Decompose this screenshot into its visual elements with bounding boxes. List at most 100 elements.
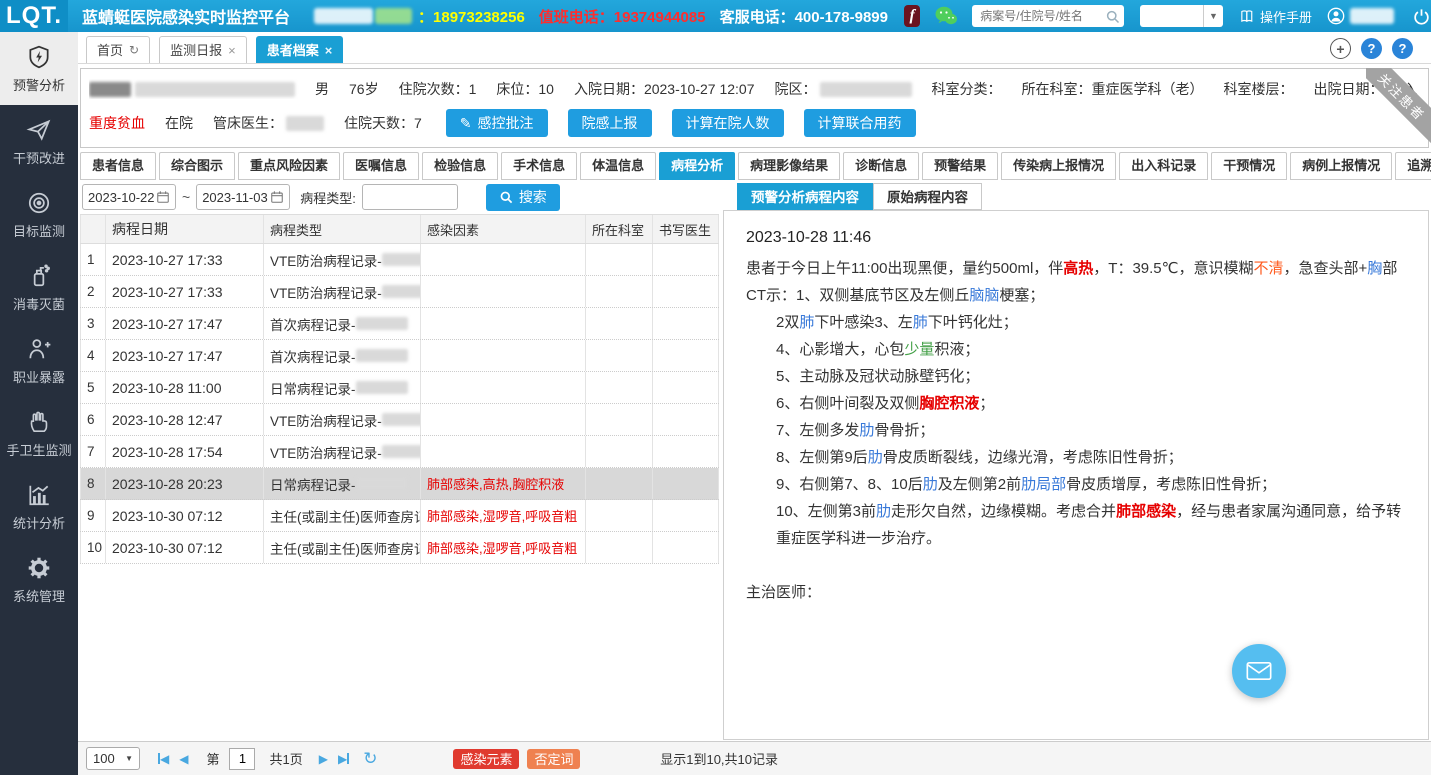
tab-home[interactable]: 首页 ↻ [86,36,150,63]
pagination-bar: 100 ▼ ◀ ◀ 第 共1页 ▶ ▶ ↻ 显示1到10,共10记录 感染元素 … [78,741,1431,775]
help-icon[interactable]: ? [1392,38,1413,59]
infection-factors-cell [421,244,586,275]
target-icon [26,190,52,216]
message-fab[interactable] [1232,644,1286,698]
table-row[interactable]: 12023-10-27 17:33VTE防治病程记录- [80,244,719,276]
refresh-icon[interactable]: ↻ [129,38,139,63]
sidebar-item-hand-hygiene[interactable]: 手卫生监测 [0,397,78,470]
table-row[interactable]: 62023-10-28 12:47VTE防治病程记录- [80,404,719,436]
subtab-12[interactable]: 出入科记录 [1119,152,1208,180]
count-inpatients-button[interactable]: 计算在院人数 [672,109,784,137]
subtab-1[interactable]: 综合图示 [159,152,235,180]
course-content-body: 患者于今日上午11:00出现黑便，量约500ml，伴高热，T：39.5℃，意识模… [746,255,1408,606]
table-row[interactable]: 92023-10-30 07:12主任(或副主任)医师查房记录肺部感染,湿啰音,… [80,500,719,532]
subtab-11[interactable]: 传染病上报情况 [1001,152,1116,180]
redacted-username [1350,8,1394,24]
service-phone: 客服电话：400-178-9899 [720,6,888,27]
search-icon[interactable] [1105,9,1120,24]
combo-meds-button[interactable]: 计算联合用药 [804,109,916,137]
sidebar-item-label: 预警分析 [13,75,65,94]
infection-factors-cell [421,372,586,403]
course-type-input[interactable] [362,184,458,210]
redacted-doctor-name [356,349,408,362]
patient-search-input[interactable] [980,9,1105,23]
subtab-7[interactable]: 病程分析 [659,152,735,180]
course-date-cell: 2023-10-28 12:47 [106,404,264,435]
sidebar-item-label: 目标监测 [13,221,65,240]
flash-icon[interactable]: f [904,5,920,27]
refresh-icon[interactable]: ↻ [363,749,377,769]
table-row[interactable]: 72023-10-28 17:54VTE防治病程记录- [80,436,719,468]
manual-label: 操作手册 [1260,7,1312,26]
redacted-doctor-name [382,413,421,426]
infection-report-button[interactable]: 院感上报 [568,109,652,137]
wechat-icon[interactable] [934,5,958,27]
subtab-2[interactable]: 重点风险因素 [238,152,340,180]
table-row[interactable]: 82023-10-28 20:23日常病程记录-肺部感染,高热,胸腔积液 [80,468,719,500]
table-row[interactable]: 42023-10-27 17:47首次病程记录- [80,340,719,372]
subtab-5[interactable]: 手术信息 [501,152,577,180]
subtab-0[interactable]: 患者信息 [80,152,156,180]
doctor-cell [653,468,719,499]
course-date-cell: 2023-10-27 17:33 [106,276,264,307]
help-icon[interactable]: ? [1361,38,1382,59]
calendar-icon[interactable] [156,190,170,204]
subtab-14[interactable]: 病例上报情况 [1290,152,1392,180]
table-row[interactable]: 22023-10-27 17:33VTE防治病程记录- [80,276,719,308]
duty-phone: 值班电话：19374944085 [539,6,706,27]
subtab-6[interactable]: 体温信息 [580,152,656,180]
user-menu[interactable] [1326,6,1394,26]
subtab-3[interactable]: 医嘱信息 [343,152,419,180]
course-type-label: 病程类型: [300,188,356,207]
sidebar-item-intervention[interactable]: 干预改进 [0,105,78,178]
sidebar: 预警分析干预改进目标监测消毒灭菌职业暴露手卫生监测统计分析系统管理 [0,32,78,775]
sidebar-item-early-warning[interactable]: 预警分析 [0,32,78,105]
subtab-10[interactable]: 预警结果 [922,152,998,180]
infection-annotate-button[interactable]: ✎ 感控批注 [446,109,548,137]
page-number-input[interactable] [229,748,255,770]
tab-daily-report[interactable]: 监测日报 × [159,36,247,63]
table-row[interactable]: 102023-10-30 07:12主任(或副主任)医师查房记录肺部感染,湿啰音… [80,532,719,564]
tab-patient-archive[interactable]: 患者档案 × [256,36,344,63]
close-icon[interactable]: × [228,38,236,63]
subtab-4[interactable]: 检验信息 [422,152,498,180]
tab-bar: 首页 ↻ 监测日报 × 患者档案 × + ? ? [78,32,1431,64]
prev-page-button[interactable]: ◀ [179,752,188,766]
close-icon[interactable]: × [325,38,333,63]
first-page-button[interactable]: ◀ [158,752,169,766]
page-size-select[interactable]: 100 ▼ [86,747,140,770]
negation-words-badge[interactable]: 否定词 [527,749,580,769]
tab-warning-analysis-content[interactable]: 预警分析病程内容 [737,183,873,210]
tab-original-content[interactable]: 原始病程内容 [873,183,982,210]
search-button[interactable]: 搜索 [486,184,560,211]
calendar-icon[interactable] [270,190,284,204]
header-select[interactable]: ▼ [1140,5,1223,27]
header-infection-factors: 感染因素 [421,215,586,243]
subtab-8[interactable]: 病理影像结果 [738,152,840,180]
sidebar-item-disinfection[interactable]: 消毒灭菌 [0,251,78,324]
next-page-button[interactable]: ▶ [319,752,328,766]
infection-elements-badge[interactable]: 感染元素 [453,749,519,769]
table-row[interactable]: 32023-10-27 17:47首次病程记录- [80,308,719,340]
table-row[interactable]: 52023-10-28 11:00日常病程记录- [80,372,719,404]
row-index: 2 [80,276,106,307]
date-from-value: 2023-10-22 [88,190,155,205]
sidebar-item-system-management[interactable]: 系统管理 [0,543,78,616]
date-to-input[interactable]: 2023-11-03 [196,184,290,210]
manual-link[interactable]: 操作手册 [1239,7,1312,26]
infection-factors-cell [421,340,586,371]
logout-icon[interactable] [1412,7,1431,26]
date-from-input[interactable]: 2023-10-22 [82,184,176,210]
sidebar-item-label: 统计分析 [13,513,65,532]
button-label: 感控批注 [478,113,534,133]
sidebar-item-target-monitor[interactable]: 目标监测 [0,178,78,251]
sidebar-item-statistics[interactable]: 统计分析 [0,470,78,543]
sidebar-item-occupational-exposure[interactable]: 职业暴露 [0,324,78,397]
subtab-13[interactable]: 干预情况 [1211,152,1287,180]
doctor-cell [653,404,719,435]
subtab-9[interactable]: 诊断信息 [843,152,919,180]
button-label: 院感上报 [582,113,638,133]
last-page-button[interactable]: ▶ [338,752,349,766]
add-icon[interactable]: + [1330,38,1351,59]
subtab-15[interactable]: 追溯监测 [1395,152,1431,180]
